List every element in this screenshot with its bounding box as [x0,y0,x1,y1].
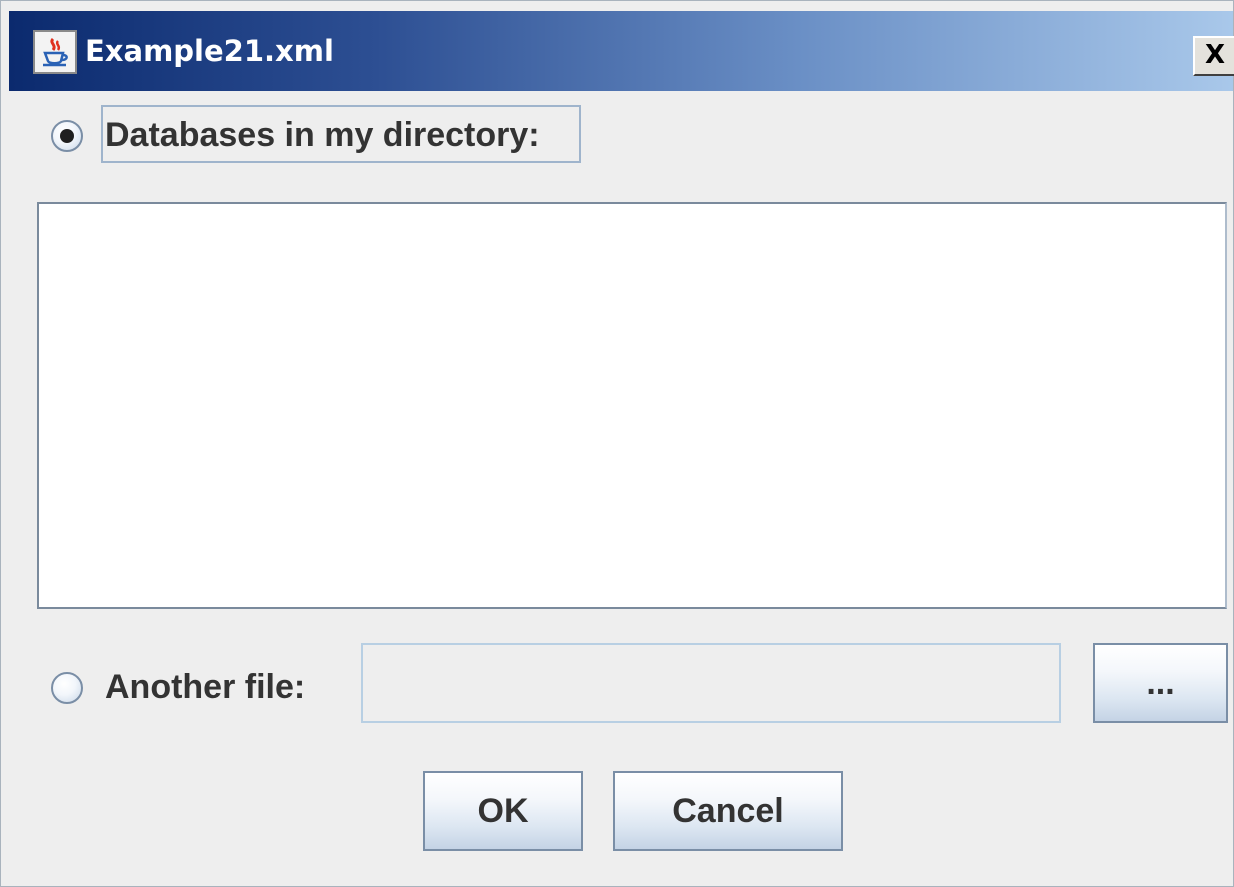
window-title: Example21.xml [85,34,334,68]
file-path-input[interactable] [361,643,1061,723]
ok-button-label: OK [477,792,529,830]
cancel-button[interactable]: Cancel [613,771,843,851]
dialog-window: Example21.xml X Databases in my director… [0,0,1234,887]
ok-button[interactable]: OK [423,771,583,851]
close-button[interactable]: X [1193,36,1234,76]
browse-button[interactable]: ... [1093,643,1228,723]
directory-radio-label[interactable]: Databases in my directory: [105,116,540,155]
another-file-radio[interactable] [51,672,83,704]
title-bar[interactable]: Example21.xml X [9,11,1234,91]
java-cup-icon [33,30,77,74]
another-file-radio-label[interactable]: Another file: [105,668,305,707]
cancel-button-label: Cancel [672,792,784,830]
close-icon: X [1204,40,1226,70]
database-list[interactable] [37,202,1227,609]
directory-radio[interactable] [51,120,83,152]
radio-selected-dot [60,129,74,143]
browse-button-label: ... [1146,664,1175,702]
